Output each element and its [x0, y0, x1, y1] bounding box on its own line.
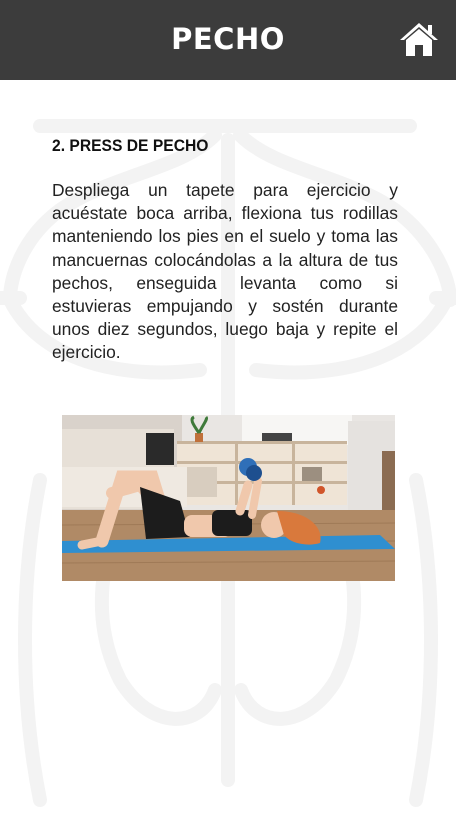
home-button[interactable]: [398, 18, 440, 60]
home-icon: [400, 23, 438, 56]
exercise-photo: [62, 415, 395, 581]
content-area: 2. PRESS DE PECHO Despliega un tapete pa…: [0, 80, 456, 814]
exercise-title: 2. PRESS DE PECHO: [52, 136, 209, 155]
chest-press-illustration: [62, 415, 395, 581]
page-title: PECHO: [171, 22, 285, 56]
exercise-description: Despliega un tapete para ejercicio y acu…: [52, 180, 398, 363]
app-header: PECHO: [0, 0, 456, 80]
